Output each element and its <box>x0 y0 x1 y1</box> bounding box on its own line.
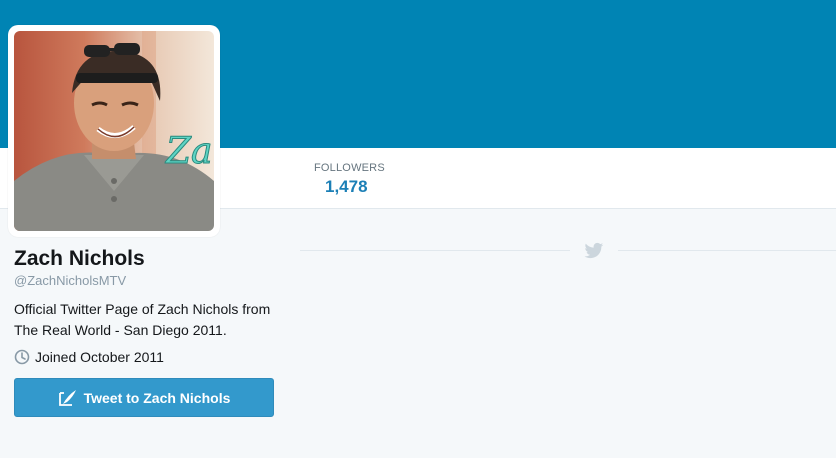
tweet-to-button[interactable]: Tweet to Zach Nichols <box>14 378 274 417</box>
followers-stat[interactable]: FOLLOWERS 1,478 <box>314 162 385 197</box>
avatar-frame: Za <box>8 25 220 237</box>
timeline-divider-left <box>300 250 570 251</box>
avatar[interactable]: Za <box>14 31 214 231</box>
profile-bio: Official Twitter Page of Zach Nichols fr… <box>14 301 271 338</box>
followers-count: 1,478 <box>325 177 368 196</box>
tweet-to-label: Tweet to Zach Nichols <box>83 389 231 406</box>
join-date: Joined October 2011 <box>14 349 284 365</box>
clock-icon <box>14 349 30 365</box>
profile-card: Zach Nichols @ZachNicholsMTV Official Tw… <box>14 246 284 365</box>
avatar-overlay-text: Za <box>165 131 212 172</box>
profile-name[interactable]: Zach Nichols <box>14 246 284 272</box>
twitter-bird-icon <box>584 242 604 259</box>
timeline-divider-right <box>618 250 836 251</box>
followers-label: FOLLOWERS <box>314 162 385 174</box>
compose-tweet-icon <box>58 389 76 406</box>
profile-handle[interactable]: @ZachNicholsMTV <box>14 273 284 288</box>
join-date-text: Joined October 2011 <box>35 349 164 365</box>
